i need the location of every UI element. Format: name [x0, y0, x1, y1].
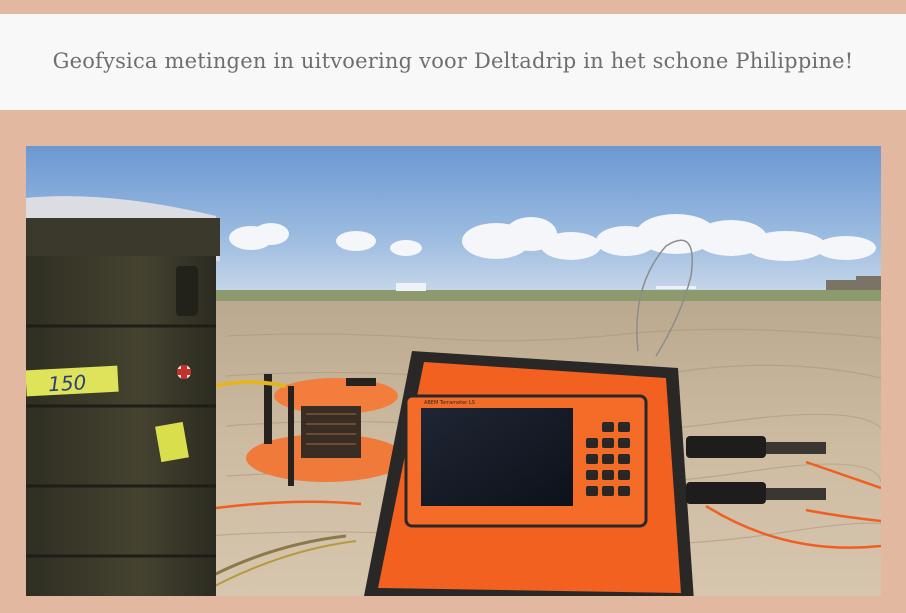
case-marking: 150	[48, 370, 87, 396]
equipment-case: 150	[26, 196, 220, 596]
field-photo: ABEM Terrameter LS 150	[26, 146, 881, 596]
caption-band: Geofysica metingen in uitvoering voor De…	[0, 14, 906, 110]
device-label: ABEM Terrameter LS	[424, 400, 475, 406]
caption-text: Geofysica metingen in uitvoering voor De…	[52, 49, 854, 73]
device-screen	[421, 408, 573, 506]
